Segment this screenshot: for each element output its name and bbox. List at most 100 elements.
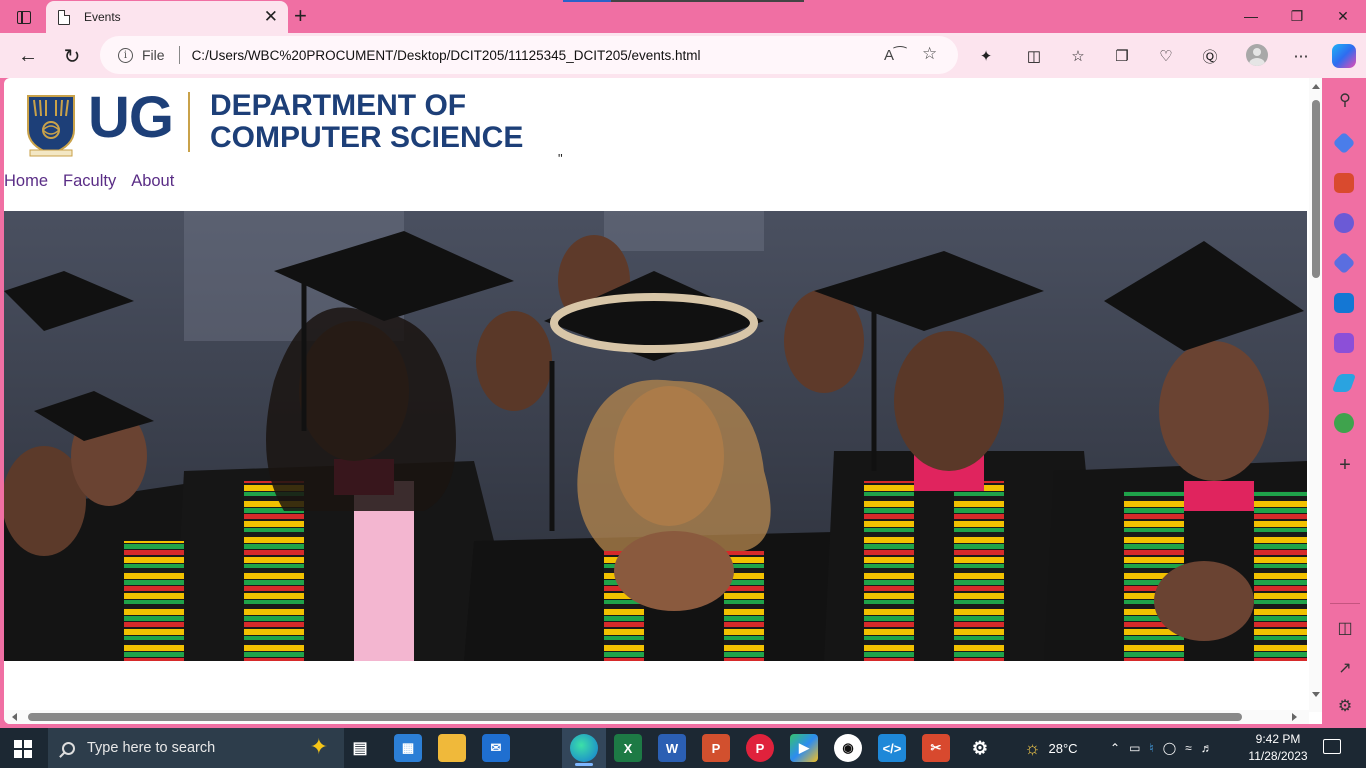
edge-icon[interactable]: [570, 734, 598, 762]
scheme-label: File: [142, 47, 165, 63]
hide-sidebar-icon[interactable]: ◫: [1334, 618, 1356, 638]
scroll-right-arrow[interactable]: [1292, 713, 1297, 721]
clock-date: 11/28/2023: [1248, 749, 1308, 763]
shopping-tag-icon[interactable]: [1332, 131, 1356, 155]
new-tab-button[interactable]: +: [294, 3, 307, 29]
university-crest-logo: [27, 95, 75, 157]
page-viewport: UG DEPARTMENT OF COMPUTER SCIENCE " Home…: [4, 78, 1322, 724]
notifications-icon[interactable]: [1323, 739, 1341, 754]
mail-icon[interactable]: ✉: [482, 734, 510, 762]
collections-icon[interactable]: ❐: [1111, 45, 1133, 67]
open-external-icon[interactable]: ↗: [1334, 658, 1356, 678]
stray-text: ": [558, 151, 563, 166]
play-store-icon[interactable]: ▶: [790, 734, 818, 762]
horizontal-scrollbar[interactable]: [4, 710, 1309, 724]
scroll-left-arrow[interactable]: [12, 713, 17, 721]
battery-icon[interactable]: ▭: [1129, 741, 1140, 755]
github-icon[interactable]: ◉: [834, 734, 862, 762]
snipping-tool-icon[interactable]: ✂: [922, 734, 950, 762]
nav-link-faculty[interactable]: Faculty: [63, 172, 116, 191]
favorite-star-icon[interactable]: ☆: [922, 44, 937, 64]
settings-icon[interactable]: ⚙: [966, 734, 994, 762]
dept-line-1: DEPARTMENT OF: [210, 89, 467, 122]
minimize-button[interactable]: —: [1228, 0, 1274, 32]
tree-icon[interactable]: [1334, 413, 1354, 433]
weather-widget[interactable]: ☼ 28°C: [1024, 728, 1078, 768]
profile-avatar[interactable]: [1246, 44, 1268, 66]
powerpoint-icon[interactable]: P: [702, 734, 730, 762]
close-window-button[interactable]: ✕: [1320, 0, 1366, 32]
refresh-button[interactable]: ↻: [58, 42, 86, 70]
scroll-up-arrow[interactable]: [1312, 84, 1320, 89]
clock-time: 9:42 PM: [1255, 732, 1301, 746]
weather-icon: ☼: [1024, 737, 1041, 758]
hero-image-graduates: [4, 211, 1307, 661]
sparkle-icon: ✦: [309, 734, 328, 759]
games-icon[interactable]: [1334, 213, 1354, 233]
tray-chevron-icon[interactable]: ⌃: [1110, 741, 1120, 755]
window-top-indicator: [563, 0, 804, 2]
add-app-icon[interactable]: +: [1334, 454, 1356, 477]
logo-ug-text: UG: [88, 85, 174, 150]
microsoft-365-icon[interactable]: [1332, 251, 1356, 275]
task-view-icon[interactable]: ▤: [346, 734, 374, 762]
wifi-icon[interactable]: ≈: [1185, 741, 1192, 755]
logo-department-name: DEPARTMENT OF COMPUTER SCIENCE: [210, 90, 523, 154]
clock[interactable]: 9:42 PM 11/28/2023: [1246, 731, 1310, 765]
copilot-icon[interactable]: [1332, 44, 1356, 68]
designer-icon[interactable]: [1334, 333, 1354, 353]
dept-line-2: COMPUTER SCIENCE: [210, 121, 524, 154]
outlook-icon[interactable]: [1334, 293, 1354, 313]
search-placeholder: Type here to search: [87, 740, 216, 756]
store-icon[interactable]: ▦: [394, 734, 422, 762]
volume-icon[interactable]: ♬: [1201, 741, 1213, 755]
vertical-scroll-thumb[interactable]: [1312, 100, 1320, 278]
address-separator: [178, 46, 180, 64]
restore-button[interactable]: ❐: [1274, 0, 1320, 32]
windows-taskbar: Type here to search ✦ ▤ ▦ ✉ X W P P ▶ ◉ …: [0, 728, 1366, 768]
vertical-scrollbar[interactable]: [1309, 78, 1322, 712]
edge-sidebar: ⚲ + ◫ ↗ ⚙: [1326, 78, 1366, 724]
favorites-icon[interactable]: ☆: [1067, 45, 1089, 67]
split-screen-icon[interactable]: ◫: [1023, 45, 1045, 67]
horizontal-scroll-thumb[interactable]: [28, 713, 1242, 721]
info-icon[interactable]: i: [118, 47, 133, 63]
url-text[interactable]: C:/Users/WBC%20PROCUMENT/Desktop/DCIT205…: [192, 48, 701, 63]
nav-link-home[interactable]: Home: [4, 172, 48, 191]
browser-toolbar: ← ↻ i File C:/Users/WBC%20PROCUMENT/Desk…: [0, 33, 1366, 78]
tab-events[interactable]: Events ✕: [46, 1, 288, 33]
taskbar-search[interactable]: Type here to search ✦: [48, 728, 344, 768]
edge-bar-icon[interactable]: Ⓠ: [1199, 45, 1221, 67]
site-navigation: Home Faculty About: [4, 172, 174, 191]
start-button[interactable]: [14, 740, 32, 758]
extensions-icon[interactable]: ✦: [975, 45, 997, 67]
bluetooth-icon[interactable]: ♮: [1149, 741, 1153, 755]
drop-icon[interactable]: [1331, 374, 1357, 392]
window-controls: — ❐ ✕: [1228, 0, 1366, 32]
word-icon[interactable]: W: [658, 734, 686, 762]
nav-link-about[interactable]: About: [131, 172, 174, 191]
logo-divider: [188, 92, 190, 152]
tab-actions-button[interactable]: [12, 6, 36, 28]
vscode-icon[interactable]: </>: [878, 734, 906, 762]
performance-icon[interactable]: ♡: [1155, 45, 1177, 67]
pinterest-icon[interactable]: P: [746, 734, 774, 762]
more-menu-icon[interactable]: ⋯: [1290, 45, 1312, 67]
browser-titlebar: Events ✕ + — ❐ ✕: [0, 0, 1366, 33]
scroll-down-arrow[interactable]: [1312, 692, 1320, 697]
address-bar[interactable]: i File C:/Users/WBC%20PROCUMENT/Desktop/…: [100, 36, 958, 74]
excel-icon[interactable]: X: [614, 734, 642, 762]
file-explorer-icon[interactable]: [438, 734, 466, 762]
settings-gear-icon[interactable]: ⚙: [1334, 696, 1356, 716]
page-icon: [58, 9, 70, 25]
close-tab-icon[interactable]: ✕: [264, 7, 278, 27]
weather-temp: 28°C: [1048, 740, 1078, 756]
tab-title: Events: [84, 10, 121, 24]
system-tray: ⌃ ▭ ♮ ◯ ≈ ♬: [1110, 728, 1213, 768]
device-icon[interactable]: ◯: [1163, 741, 1176, 755]
search-icon[interactable]: ⚲: [1334, 90, 1356, 110]
tools-icon[interactable]: [1334, 173, 1354, 193]
search-icon: [62, 741, 75, 755]
read-aloud-icon[interactable]: A⁀: [884, 46, 906, 64]
back-button[interactable]: ←: [14, 42, 42, 70]
